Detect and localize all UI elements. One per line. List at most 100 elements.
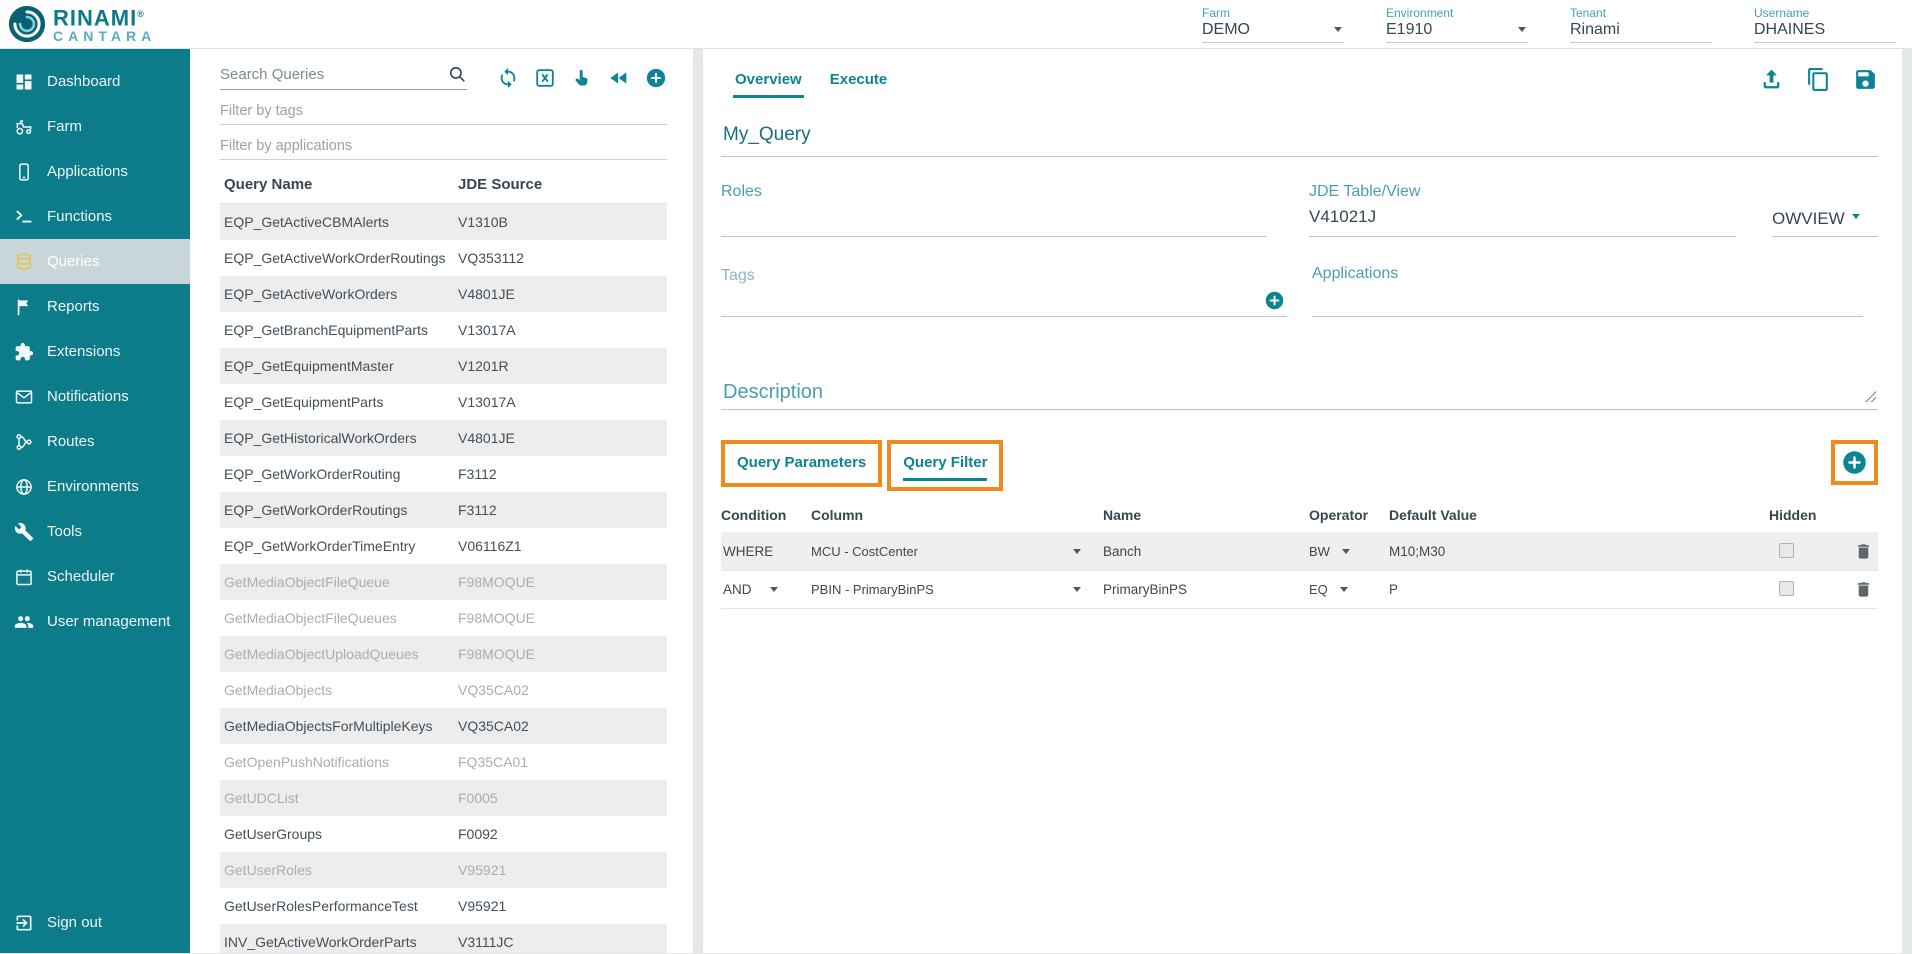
operator-select[interactable]: EQ — [1309, 582, 1389, 597]
sidebar-item-routes[interactable]: Routes — [0, 419, 190, 464]
condition-value: AND — [723, 582, 752, 597]
sidebar-item-label: User management — [47, 613, 170, 630]
refresh-icon[interactable] — [497, 67, 519, 89]
query-row[interactable]: EQP_GetWorkOrderRoutingsF3112 — [220, 492, 667, 528]
search-icon[interactable] — [448, 65, 467, 84]
upload-icon[interactable] — [1759, 67, 1784, 92]
hidden-checkbox[interactable] — [1779, 543, 1794, 558]
applications-field[interactable]: Applications — [1312, 265, 1863, 317]
tab-query-parameters[interactable]: Query Parameters — [725, 444, 878, 483]
sidebar-item-dashboard[interactable]: Dashboard — [0, 59, 190, 104]
query-name-input[interactable]: My_Query — [721, 124, 1878, 157]
column-header-name: Name — [1103, 507, 1309, 523]
sidebar-item-sign-out[interactable]: Sign out — [0, 900, 190, 945]
default-value-input[interactable]: P — [1389, 582, 1769, 597]
default-value-input[interactable]: M10;M30 — [1389, 544, 1769, 559]
query-row[interactable]: EQP_GetWorkOrderTimeEntryV06116Z1 — [220, 528, 667, 564]
query-row[interactable]: EQP_GetHistoricalWorkOrdersV4801JE — [220, 420, 667, 456]
description-field[interactable]: Description — [721, 381, 1878, 410]
query-row[interactable]: EQP_GetActiveWorkOrdersV4801JE — [220, 276, 667, 312]
filter-by-tags-field[interactable] — [220, 102, 667, 125]
sidebar-item-tools[interactable]: Tools — [0, 509, 190, 554]
query-row[interactable]: GetMediaObjectFileQueuesF98MOQUE — [220, 600, 667, 636]
name-input[interactable]: Banch — [1103, 544, 1309, 559]
farm-value: DEMO — [1202, 21, 1250, 39]
search-field[interactable] — [220, 65, 467, 90]
query-row[interactable]: GetMediaObjectsForMultipleKeysVQ35CA02 — [220, 708, 667, 744]
filter-tags-input[interactable] — [220, 103, 667, 119]
add-circle-icon — [1264, 290, 1285, 311]
query-source-cell: F98MOQUE — [458, 610, 667, 626]
delete-row-button[interactable] — [1854, 580, 1873, 599]
wrench-icon — [14, 522, 34, 542]
sidebar-item-label: Reports — [47, 298, 100, 315]
filter-by-applications-field[interactable] — [220, 137, 667, 160]
query-source-cell: V1310B — [458, 214, 667, 230]
query-row[interactable]: EQP_GetEquipmentPartsV13017A — [220, 384, 667, 420]
search-input[interactable] — [220, 66, 448, 83]
delete-row-button[interactable] — [1854, 542, 1873, 561]
tab-execute[interactable]: Execute — [816, 57, 902, 102]
condition-select[interactable]: WHERE — [721, 544, 811, 559]
query-row[interactable]: GetUserGroupsF0092 — [220, 816, 667, 852]
query-name-cell: EQP_GetActiveWorkOrderRoutings — [224, 250, 458, 266]
query-row[interactable]: GetUserRolesV95921 — [220, 852, 667, 888]
filter-row: WHERE MCU - CostCenter Banch BW M10;M30 — [721, 533, 1878, 571]
excel-export-icon[interactable] — [534, 67, 556, 89]
query-row[interactable]: GetMediaObjectFileQueueF98MOQUE — [220, 564, 667, 600]
jde-table-view-field[interactable]: JDE Table/View V41021J — [1309, 183, 1736, 237]
query-row[interactable]: EQP_GetActiveCBMAlertsV1310B — [220, 204, 667, 240]
tab-overview[interactable]: Overview — [721, 57, 816, 102]
column-select[interactable]: MCU - CostCenter — [811, 544, 1103, 559]
query-row[interactable]: EQP_GetActiveWorkOrderRoutingsVQ353112 — [220, 240, 667, 276]
query-source-cell: VQ35CA02 — [458, 718, 667, 734]
fast-rewind-icon[interactable] — [608, 67, 630, 89]
add-query-icon[interactable] — [645, 67, 667, 89]
query-row[interactable]: EQP_GetBranchEquipmentPartsV13017A — [220, 312, 667, 348]
query-row[interactable]: INV_GetActiveWorkOrderPartsV3111JC — [220, 924, 667, 953]
sidebar-item-environments[interactable]: Environments — [0, 464, 190, 509]
query-row[interactable]: EQP_GetWorkOrderRoutingF3112 — [220, 456, 667, 492]
query-row[interactable]: EQP_GetEquipmentMasterV1201R — [220, 348, 667, 384]
rinami-swirl-logo — [8, 5, 46, 43]
sidebar-item-user-management[interactable]: User management — [0, 599, 190, 644]
sidebar-item-queries[interactable]: Queries — [0, 239, 190, 284]
sidebar-item-functions[interactable]: Functions — [0, 194, 190, 239]
environment-value: E1910 — [1386, 21, 1432, 39]
add-filter-button[interactable] — [1841, 449, 1868, 476]
query-name-cell: EQP_GetWorkOrderRouting — [224, 466, 458, 482]
query-list-header: Query Name JDE Source — [220, 160, 667, 204]
add-tag-button[interactable] — [1264, 290, 1285, 311]
environment-selector[interactable]: Environment E1910 — [1386, 6, 1528, 43]
sidebar-item-notifications[interactable]: Notifications — [0, 374, 190, 419]
roles-field[interactable]: Roles — [721, 183, 1266, 237]
query-row[interactable]: GetUDCListF0005 — [220, 780, 667, 816]
name-input[interactable]: PrimaryBinPS — [1103, 582, 1309, 597]
column-select[interactable]: PBIN - PrimaryBinPS — [811, 582, 1103, 597]
copy-icon[interactable] — [1806, 67, 1831, 92]
hidden-checkbox[interactable] — [1779, 581, 1794, 596]
query-row[interactable]: GetMediaObjectUploadQueuesF98MOQUE — [220, 636, 667, 672]
query-row[interactable]: GetUserRolesPerformanceTestV95921 — [220, 888, 667, 924]
query-row[interactable]: GetOpenPushNotificationsFQ35CA01 — [220, 744, 667, 780]
chevron-down-icon — [1334, 27, 1342, 32]
sidebar: Dashboard Farm Applications Functions Qu… — [0, 49, 190, 953]
sidebar-item-applications[interactable]: Applications — [0, 149, 190, 194]
view-selector[interactable]: OWVIEW — [1772, 209, 1878, 237]
condition-select[interactable]: AND — [721, 582, 811, 597]
operator-select[interactable]: BW — [1309, 544, 1389, 559]
sidebar-item-label: Farm — [47, 118, 82, 135]
sidebar-item-extensions[interactable]: Extensions — [0, 329, 190, 374]
tags-field[interactable]: Tags — [721, 265, 1287, 317]
filter-applications-input[interactable] — [220, 138, 667, 154]
query-source-cell: V95921 — [458, 898, 667, 914]
sidebar-item-reports[interactable]: Reports — [0, 284, 190, 329]
save-icon[interactable] — [1853, 67, 1878, 92]
query-row[interactable]: GetMediaObjectsVQ35CA02 — [220, 672, 667, 708]
tab-query-filter[interactable]: Query Filter — [891, 444, 999, 487]
column-value: MCU - CostCenter — [811, 544, 918, 559]
farm-selector[interactable]: Farm DEMO — [1202, 6, 1344, 43]
sidebar-item-scheduler[interactable]: Scheduler — [0, 554, 190, 599]
sidebar-item-farm[interactable]: Farm — [0, 104, 190, 149]
hand-pointer-icon[interactable] — [571, 67, 593, 89]
